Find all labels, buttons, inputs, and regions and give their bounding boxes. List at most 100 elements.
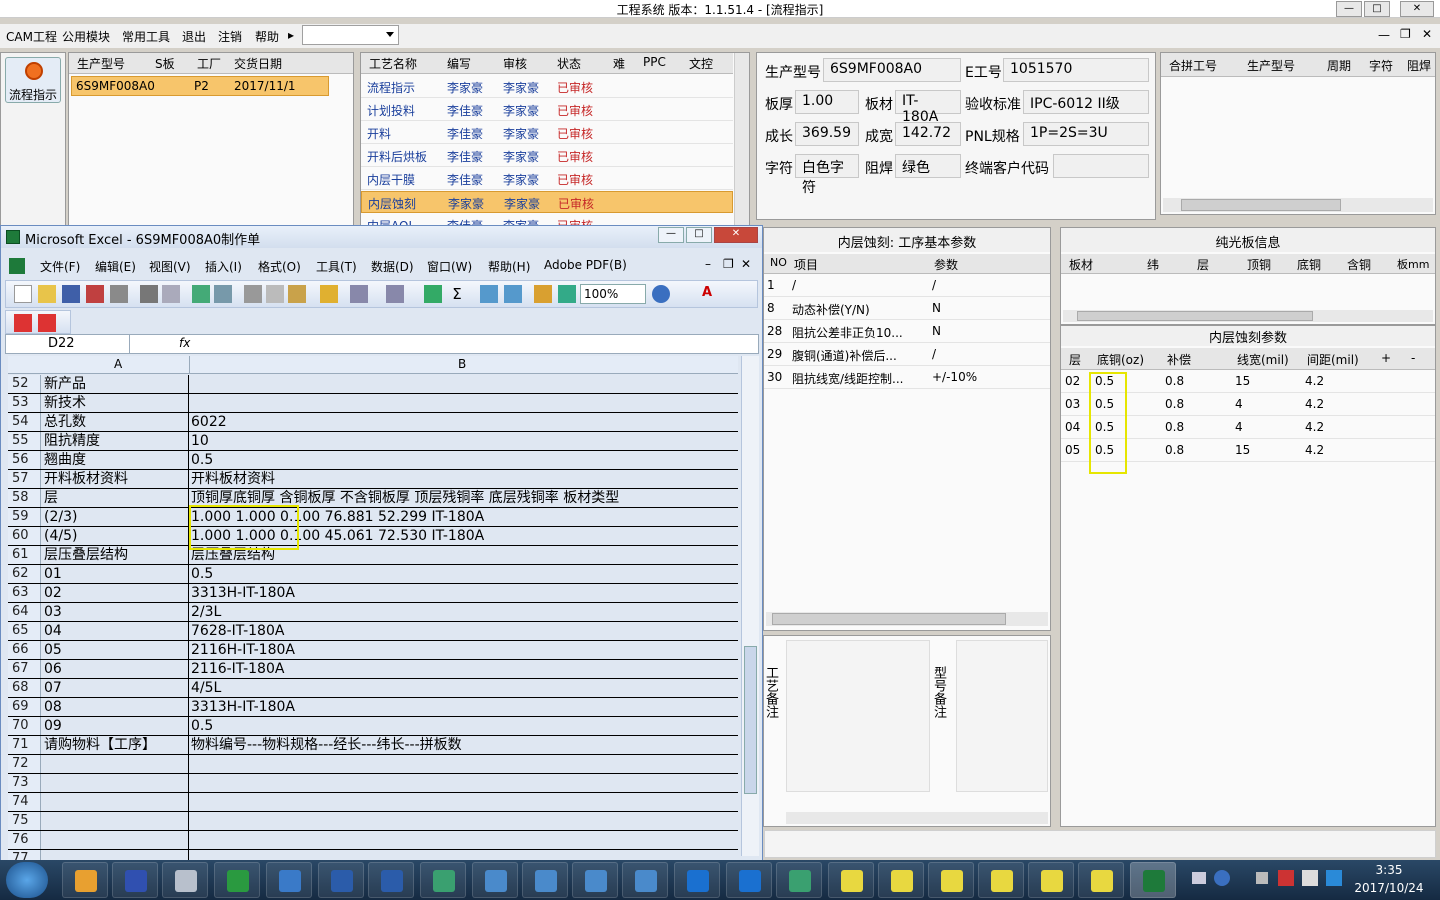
open-icon[interactable] — [38, 285, 56, 303]
process-note-box[interactable] — [786, 640, 930, 792]
col-b-header[interactable]: B — [458, 357, 466, 371]
cell-a[interactable] — [43, 793, 189, 811]
row-number[interactable]: 53 — [8, 394, 41, 412]
keyboard-icon[interactable] — [1192, 872, 1206, 884]
process-row[interactable]: 开料后烘板 李佳豪 李家豪 已审核 — [361, 145, 733, 167]
row-number[interactable]: 70 — [8, 717, 41, 735]
param-hscroll[interactable] — [766, 612, 1048, 626]
tray-f-icon[interactable] — [1326, 870, 1342, 886]
param-row[interactable]: 1 / / — [764, 275, 1050, 297]
cell-a[interactable]: 层压叠层结构 — [43, 546, 189, 564]
excel-menu-insert[interactable]: 插入(I) — [205, 258, 242, 275]
help-icon[interactable] — [652, 285, 670, 303]
process-row[interactable]: 计划投料 李佳豪 李家豪 已审核 — [361, 99, 733, 121]
task-app-11[interactable] — [572, 862, 618, 898]
task-app-19[interactable] — [978, 862, 1024, 898]
task-app-9[interactable] — [472, 862, 518, 898]
cell-a[interactable]: 翘曲度 — [43, 451, 189, 469]
menu-exit[interactable]: 退出 — [182, 28, 206, 45]
excel-minimize-button[interactable]: — — [658, 227, 684, 243]
preview-icon[interactable] — [162, 285, 180, 303]
cell-a[interactable]: 01 — [43, 565, 189, 583]
task-app-17[interactable] — [878, 862, 924, 898]
model-note-box[interactable] — [956, 640, 1048, 792]
fx-icon[interactable]: fx — [179, 336, 190, 350]
cell-b[interactable]: 3313H-IT-180A — [191, 584, 295, 602]
menu-common-tools[interactable]: 常用工具 — [122, 28, 170, 45]
mdi-close-button[interactable]: ✕ — [1422, 27, 1432, 41]
cell-b[interactable]: 6022 — [191, 413, 227, 431]
row-number[interactable]: 75 — [8, 812, 41, 830]
row-number[interactable]: 66 — [8, 641, 41, 659]
cell-b[interactable]: 2116-IT-180A — [191, 660, 284, 678]
row-number[interactable]: 61 — [8, 546, 41, 564]
cell-a[interactable]: 新技术 — [43, 394, 189, 412]
cell-a[interactable]: 层 — [43, 489, 189, 507]
cell-a[interactable]: 总孔数 — [43, 413, 189, 431]
menu-common-module[interactable]: 公用模块 — [62, 28, 110, 45]
minimize-button[interactable]: — — [1336, 1, 1362, 17]
excel-menu-help[interactable]: 帮助(H) — [488, 258, 530, 275]
paste-icon[interactable] — [288, 285, 306, 303]
param-row[interactable]: 29 腹铜(通道)补偿后... / — [764, 344, 1050, 366]
process-row[interactable]: 流程指示 李家豪 李家豪 已审核 — [361, 76, 733, 98]
row-number[interactable]: 71 — [8, 736, 41, 754]
cell-a[interactable] — [43, 812, 189, 830]
save-icon[interactable] — [62, 285, 80, 303]
cell-a[interactable]: 02 — [43, 584, 189, 602]
clock-date[interactable]: 2017/10/24 — [1352, 881, 1426, 895]
excel-menu-file[interactable]: 文件(F) — [40, 258, 80, 275]
task-app-18[interactable] — [928, 862, 974, 898]
print-icon[interactable] — [140, 285, 158, 303]
task-app-21[interactable] — [1078, 862, 1124, 898]
excel-close-button[interactable]: ✕ — [714, 227, 758, 243]
row-number[interactable]: 67 — [8, 660, 41, 678]
task-app-20[interactable] — [1028, 862, 1074, 898]
cell-b[interactable]: 7628-IT-180A — [191, 622, 284, 640]
thick-field[interactable]: 1.00 — [795, 90, 859, 114]
task-app-excel-active[interactable] — [1130, 862, 1176, 898]
new-icon[interactable] — [14, 285, 32, 303]
eno-field[interactable]: 1051570 — [1003, 58, 1149, 82]
row-number[interactable]: 59 — [8, 508, 41, 526]
cell-b[interactable]: 10 — [191, 432, 209, 450]
autosum-icon[interactable]: Σ — [448, 285, 466, 303]
research-icon[interactable] — [214, 285, 232, 303]
undo-icon[interactable] — [350, 285, 368, 303]
network-icon[interactable] — [1302, 870, 1318, 886]
font-color-icon[interactable]: A — [698, 285, 716, 303]
row-number[interactable]: 65 — [8, 622, 41, 640]
format-painter-icon[interactable] — [320, 285, 338, 303]
cell-b[interactable]: 4/5L — [191, 679, 221, 697]
cell-a[interactable]: 08 — [43, 698, 189, 716]
excel-menu-tools[interactable]: 工具(T) — [316, 258, 357, 275]
sort-desc-icon[interactable] — [504, 285, 522, 303]
drawing-icon[interactable] — [558, 285, 576, 303]
order-row[interactable]: 6S9MF008A0 P2 2017/11/1 — [71, 76, 329, 96]
cell-a[interactable]: 新产品 — [43, 375, 189, 393]
cell-a[interactable] — [43, 831, 189, 849]
cell-a[interactable]: 请购物料【工序】 — [43, 736, 189, 754]
merge-hscroll[interactable] — [1163, 198, 1433, 212]
cell-b[interactable]: 开料板材资料 — [191, 470, 275, 488]
task-app-4[interactable] — [214, 862, 260, 898]
cell-a[interactable]: 04 — [43, 622, 189, 640]
row-number[interactable]: 73 — [8, 774, 41, 792]
cell-b[interactable]: 物料编号---物料规格---经长---纬长---拼板数 — [191, 736, 462, 754]
menu-logout[interactable]: 注销 — [218, 28, 242, 45]
permission-icon[interactable] — [86, 285, 104, 303]
row-number[interactable]: 52 — [8, 375, 41, 393]
row-number[interactable]: 55 — [8, 432, 41, 450]
excel-menu-view[interactable]: 视图(V) — [149, 258, 191, 275]
task-app-16[interactable] — [828, 862, 874, 898]
process-scrollbar[interactable] — [734, 53, 749, 226]
chart-wizard-icon[interactable] — [534, 285, 552, 303]
std-field[interactable]: IPC-6012 II级 — [1023, 90, 1149, 114]
excel-menu-format[interactable]: 格式(O) — [258, 258, 301, 275]
tray-app-icon[interactable] — [1278, 870, 1294, 886]
cell-b[interactable]: 0.5 — [191, 451, 213, 469]
maximize-button[interactable]: □ — [1364, 1, 1390, 17]
process-row[interactable]: 内层蚀刻 李家豪 李家豪 已审核 — [361, 191, 733, 213]
prod-no-field[interactable]: 6S9MF008A0 — [823, 58, 961, 82]
len-field[interactable]: 369.59 — [795, 122, 859, 146]
